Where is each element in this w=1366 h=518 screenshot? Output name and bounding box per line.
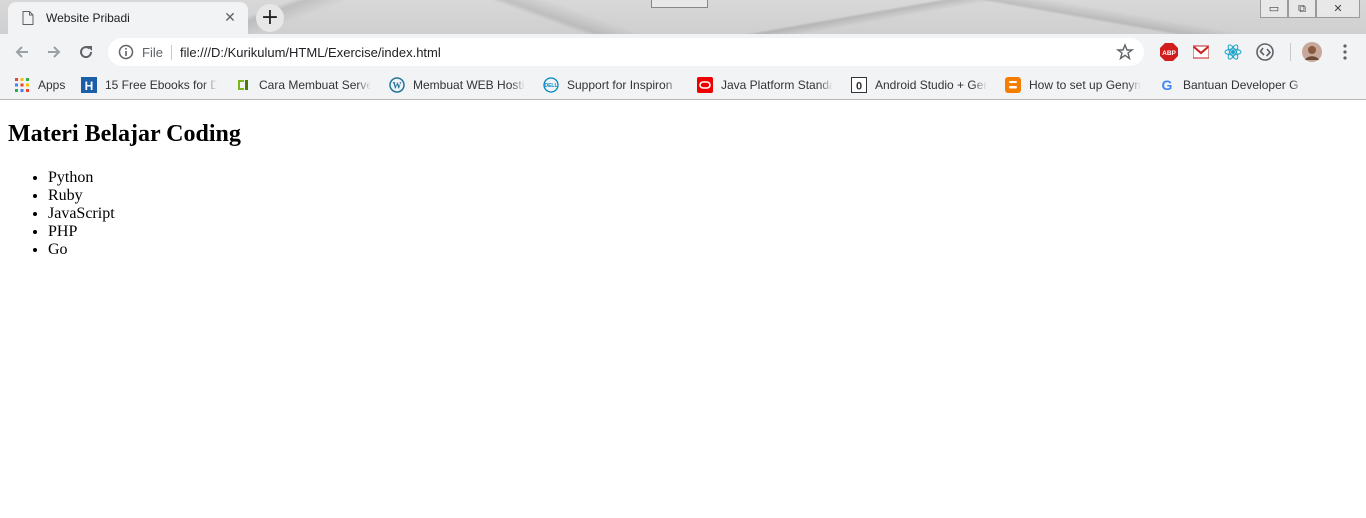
window-drag-handle bbox=[651, 0, 708, 8]
bookmark-item[interactable]: Java Platform Standa bbox=[697, 76, 833, 94]
bookmark-label: Java Platform Standa bbox=[721, 78, 833, 92]
list-item: PHP bbox=[48, 223, 115, 241]
toolbar-divider bbox=[1290, 43, 1291, 61]
address-bar[interactable]: File file:///D:/Kurikulum/HTML/Exercise/… bbox=[108, 38, 1144, 66]
course-list: Python Ruby JavaScript PHP Go bbox=[8, 169, 115, 259]
svg-text:W: W bbox=[393, 81, 402, 91]
react-devtools-icon[interactable] bbox=[1224, 43, 1242, 61]
dell-icon: DELL bbox=[543, 77, 559, 93]
close-window-button[interactable]: ✕ bbox=[1316, 0, 1360, 18]
list-item: JavaScript bbox=[48, 205, 115, 223]
reload-icon bbox=[80, 46, 93, 59]
bookmarks-bar: Apps H 15 Free Ebooks for De Cara Membua… bbox=[0, 70, 1366, 100]
wordpress-icon: W bbox=[389, 77, 405, 93]
svg-text:H: H bbox=[85, 79, 94, 93]
bookmark-apps[interactable]: Apps bbox=[14, 76, 74, 94]
bookmark-item[interactable]: DELL Support for Inspiron bbox=[543, 76, 679, 94]
bookmark-label: Apps bbox=[38, 78, 66, 92]
arrow-left-icon bbox=[15, 46, 28, 58]
url-text[interactable]: file:///D:/Kurikulum/HTML/Exercise/index… bbox=[180, 45, 1116, 60]
h-icon: H bbox=[81, 77, 97, 93]
apps-grid-icon bbox=[15, 78, 29, 92]
google-icon: G bbox=[1162, 77, 1173, 93]
list-item: Go bbox=[48, 241, 115, 259]
reload-button[interactable] bbox=[70, 36, 102, 68]
gmail-icon[interactable] bbox=[1192, 43, 1210, 61]
document-icon bbox=[22, 11, 34, 25]
bookmark-item[interactable]: G Bantuan Developer G bbox=[1159, 76, 1305, 94]
minimize-button[interactable]: ▭ bbox=[1260, 0, 1288, 18]
bookmark-label: Cara Membuat Serve bbox=[259, 78, 371, 92]
browser-toolbar: File file:///D:/Kurikulum/HTML/Exercise/… bbox=[0, 34, 1366, 70]
blogger-icon bbox=[1005, 77, 1021, 93]
bookmark-item[interactable]: H 15 Free Ebooks for De bbox=[81, 76, 217, 94]
window-titlebar: Website Pribadi ✕ + ▭ ⧉ ✕ bbox=[0, 0, 1366, 34]
bookmark-label: Support for Inspiron bbox=[567, 78, 673, 92]
tab-title: Website Pribadi bbox=[46, 11, 130, 25]
back-button[interactable] bbox=[6, 36, 38, 68]
svg-text:DELL: DELL bbox=[544, 83, 557, 89]
menu-dots-icon[interactable] bbox=[1336, 43, 1354, 61]
svg-text:0: 0 bbox=[856, 81, 862, 93]
bookmark-item[interactable]: Cara Membuat Serve bbox=[235, 76, 371, 94]
bookmark-item[interactable]: 0 Android Studio + Ger bbox=[851, 76, 987, 94]
bookmark-item[interactable]: How to set up Genym bbox=[1005, 76, 1141, 94]
bookmark-star-icon[interactable] bbox=[1116, 43, 1134, 61]
window-controls: ▭ ⧉ ✕ bbox=[1260, 0, 1360, 18]
page-content: Materi Belajar Coding Python Ruby JavaSc… bbox=[0, 101, 1366, 518]
bookmark-label: Membuat WEB Hostin bbox=[413, 78, 525, 92]
shazam-icon[interactable] bbox=[1256, 43, 1274, 61]
oracle-icon bbox=[697, 77, 713, 93]
codeigniter-icon bbox=[235, 77, 251, 93]
bookmark-label: Android Studio + Ger bbox=[875, 78, 987, 92]
svg-text:ABP: ABP bbox=[1162, 50, 1176, 57]
list-item: Python bbox=[48, 169, 115, 187]
bookmark-label: 15 Free Ebooks for De bbox=[105, 78, 217, 92]
scheme-label: File bbox=[142, 44, 172, 60]
svg-text:G: G bbox=[1162, 77, 1173, 93]
page-heading: Materi Belajar Coding bbox=[8, 121, 241, 147]
restore-button[interactable]: ⧉ bbox=[1288, 0, 1316, 18]
adblock-plus-icon[interactable]: ABP bbox=[1160, 43, 1178, 61]
new-tab-button[interactable]: + bbox=[256, 4, 284, 32]
tab-close-icon[interactable]: ✕ bbox=[222, 10, 238, 26]
info-icon[interactable] bbox=[118, 44, 134, 60]
list-item: Ruby bbox=[48, 187, 115, 205]
forward-button[interactable] bbox=[38, 36, 70, 68]
browser-tab[interactable]: Website Pribadi ✕ bbox=[8, 2, 248, 34]
bookmark-label: Bantuan Developer G bbox=[1183, 78, 1299, 92]
bookmark-label: How to set up Genym bbox=[1029, 78, 1141, 92]
zero-icon: 0 bbox=[851, 77, 867, 93]
bookmark-item[interactable]: W Membuat WEB Hostin bbox=[389, 76, 525, 94]
profile-avatar[interactable] bbox=[1302, 42, 1322, 62]
arrow-right-icon bbox=[48, 46, 61, 58]
